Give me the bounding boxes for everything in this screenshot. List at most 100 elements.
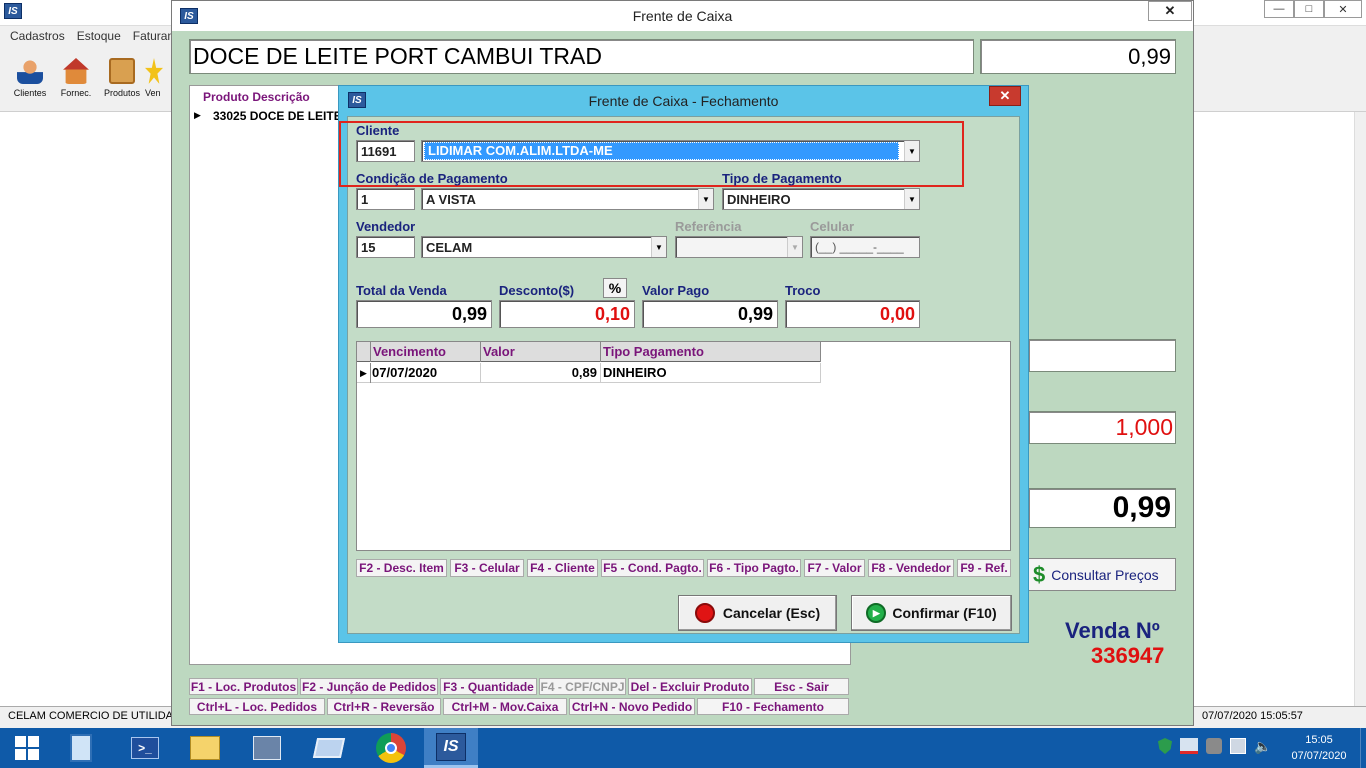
cancelar-label: Cancelar (Esc)	[722, 605, 821, 621]
dialog-close-button[interactable]: ✕	[989, 86, 1021, 106]
condicao-label: Condição de Pagamento	[356, 171, 508, 186]
toolbar-clientes-button[interactable]: Clientes	[7, 58, 53, 98]
taskbar-clock[interactable]: 15:05 07/07/2020	[1284, 732, 1354, 764]
confirmar-label: Confirmar (F10)	[892, 605, 997, 621]
confirmar-button[interactable]: ▶ Confirmar (F10)	[851, 595, 1012, 631]
chevron-down-icon[interactable]: ▼	[698, 189, 713, 209]
hotkey-cond-pagto[interactable]: F5 - Cond. Pagto.	[601, 559, 704, 577]
chevron-down-icon[interactable]: ▼	[904, 189, 919, 209]
troco-label: Troco	[785, 283, 821, 298]
hotkey-desc-item[interactable]: F2 - Desc. Item	[356, 559, 447, 577]
condicao-combo[interactable]: A VISTA ▼	[421, 188, 714, 210]
toolbar-produtos-button[interactable]: Produtos	[99, 58, 145, 98]
network-icon	[253, 736, 281, 760]
vendedor-label: Vendedor	[356, 219, 416, 234]
taskbar-explorer[interactable]	[178, 728, 232, 768]
powershell-icon: >_	[131, 737, 159, 759]
vendedor-codigo-input[interactable]: 15	[356, 236, 415, 258]
display-icon[interactable]	[1230, 738, 1246, 754]
hotkey-excluir-produto[interactable]: Del - Excluir Produto	[628, 678, 752, 695]
taskbar-network[interactable]	[240, 728, 294, 768]
row-indicator-header	[357, 341, 371, 362]
hotkey-ref[interactable]: F9 - Ref.	[957, 559, 1011, 577]
chevron-down-icon[interactable]: ▼	[651, 237, 666, 257]
dialog-body: Cliente 11691 LIDIMAR COM.ALIM.LTDA-ME ▼…	[339, 116, 1020, 634]
security-center-icon[interactable]	[1206, 738, 1222, 754]
hotkey-novo-pedido[interactable]: Ctrl+N - Novo Pedido	[569, 698, 695, 715]
product-price-display: 0,99	[980, 39, 1176, 74]
celular-label: Celular	[810, 219, 855, 234]
taskbar-is-app[interactable]: IS	[424, 728, 478, 768]
system-tray: 🔈	[1158, 738, 1271, 754]
hotkeys-row-2: Ctrl+L - Loc. Pedidos Ctrl+R - Reversão …	[189, 698, 849, 715]
box-icon	[109, 58, 135, 84]
hotkey-cliente[interactable]: F4 - Cliente	[527, 559, 598, 577]
vendedor-nome: CELAM	[421, 236, 667, 258]
col-tipo-pagamento[interactable]: Tipo Pagamento	[601, 341, 821, 362]
hotkey-loc-produtos[interactable]: F1 - Loc. Produtos	[189, 678, 298, 695]
tipo-pagamento-combo[interactable]: DINHEIRO ▼	[722, 188, 920, 210]
hotkey-loc-pedidos[interactable]: Ctrl+L - Loc. Pedidos	[189, 698, 325, 715]
maximize-button[interactable]: □	[1294, 0, 1324, 18]
start-button[interactable]	[0, 728, 54, 768]
parcelas-row[interactable]: ▶ 07/07/2020 0,89 DINHEIRO	[357, 362, 821, 383]
clock-time: 15:05	[1305, 734, 1333, 746]
menu-estoque[interactable]: Estoque	[77, 29, 121, 43]
app-logo-icon: IS	[436, 732, 466, 761]
consultar-precos-button[interactable]: $ Consultar Preços	[1028, 558, 1176, 591]
cancelar-button[interactable]: Cancelar (Esc)	[678, 595, 837, 631]
hotkey-sair[interactable]: Esc - Sair	[754, 678, 849, 695]
fc-title: Frente de Caixa	[632, 8, 733, 24]
taskbar-chrome[interactable]	[364, 728, 418, 768]
parcela-tipo: DINHEIRO	[601, 362, 821, 383]
desconto-percent-button[interactable]: %	[603, 278, 627, 298]
minimize-button[interactable]: —	[1264, 0, 1294, 18]
taskbar-window-app[interactable]	[302, 728, 356, 768]
hotkey-celular[interactable]: F3 - Celular	[450, 559, 524, 577]
show-desktop-button[interactable]	[1360, 728, 1366, 768]
main-scrollbar[interactable]	[1354, 112, 1366, 706]
parcelas-grid[interactable]: Vencimento Valor Tipo Pagamento ▶ 07/07/…	[356, 341, 1011, 551]
vendedor-combo[interactable]: CELAM ▼	[421, 236, 667, 258]
fc-close-button[interactable]: ✕	[1148, 1, 1192, 21]
shield-icon[interactable]	[1158, 738, 1172, 754]
taskbar-powershell[interactable]: >_	[118, 728, 172, 768]
parcela-vencimento: 07/07/2020	[371, 362, 481, 383]
hotkey-juncao-pedidos[interactable]: F2 - Junção de Pedidos	[300, 678, 438, 695]
hotkey-mov-caixa[interactable]: Ctrl+M - Mov.Caixa	[443, 698, 567, 715]
hotkey-vendedor[interactable]: F8 - Vendedor	[868, 559, 954, 577]
row-pointer-icon: ▶	[357, 362, 371, 383]
network-error-icon[interactable]	[1180, 738, 1198, 754]
play-icon: ▶	[866, 603, 887, 623]
celular-input[interactable]: (__) _____-____	[810, 236, 920, 258]
taskbar-server-manager[interactable]	[54, 728, 108, 768]
col-valor[interactable]: Valor	[481, 341, 601, 362]
hotkey-quantidade[interactable]: F3 - Quantidade	[440, 678, 537, 695]
desconto-input[interactable]: 0,10	[499, 300, 635, 328]
chevron-down-icon[interactable]: ▼	[787, 237, 802, 257]
dollar-icon: $	[1033, 561, 1046, 587]
toolbar-vendas-button[interactable]: Ven	[145, 58, 165, 98]
col-vencimento[interactable]: Vencimento	[371, 341, 481, 362]
app-logo-icon: IS	[4, 3, 22, 19]
product-grid-row[interactable]: 33025 DOCE DE LEITE	[213, 109, 342, 123]
toolbar-fornec-button[interactable]: Fornec.	[53, 58, 99, 98]
condicao-codigo-input[interactable]: 1	[356, 188, 415, 210]
valor-pago-input[interactable]: 0,99	[642, 300, 778, 328]
window-icon	[312, 738, 346, 758]
hotkey-reversao[interactable]: Ctrl+R - Reversão	[327, 698, 441, 715]
hotkey-cpf-cnpj[interactable]: F4 - CPF/CNPJ	[539, 678, 626, 695]
hotkey-valor[interactable]: F7 - Valor	[804, 559, 865, 577]
venda-numero: 336947	[1091, 643, 1165, 668]
toolbar-label: Clientes	[13, 88, 47, 98]
referencia-combo[interactable]: ▼	[675, 236, 803, 258]
menu-cadastros[interactable]: Cadastros	[10, 29, 65, 43]
person-icon	[17, 58, 43, 84]
hotkey-fechamento[interactable]: F10 - Fechamento	[697, 698, 849, 715]
main-close-button[interactable]: ✕	[1324, 0, 1362, 18]
toolbar-label: Produtos	[103, 88, 141, 98]
hotkey-tipo-pagto[interactable]: F6 - Tipo Pagto.	[707, 559, 801, 577]
referencia-label: Referência	[675, 219, 742, 234]
chrome-icon	[376, 733, 406, 763]
volume-muted-icon[interactable]: 🔈	[1254, 738, 1271, 754]
